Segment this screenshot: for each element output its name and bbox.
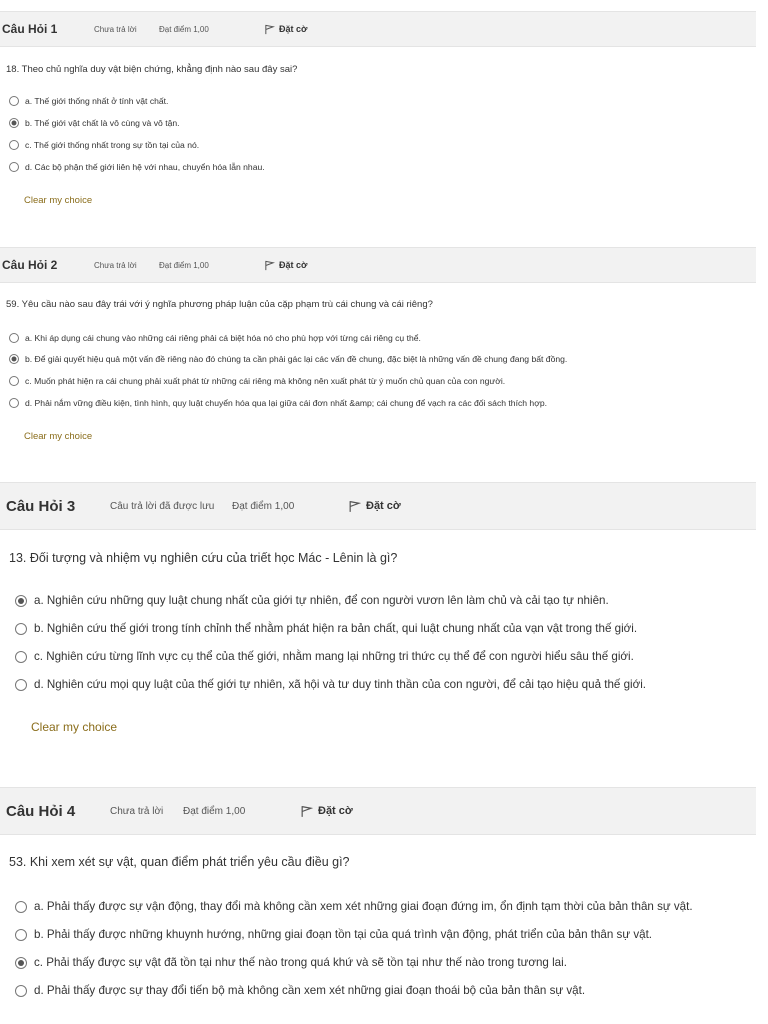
answer-label: b. Phải thấy được những khuynh hướng, nh… xyxy=(34,928,653,941)
radio-button[interactable] xyxy=(9,96,19,106)
answer-option-b[interactable]: b. Phải thấy được những khuynh hướng, nh… xyxy=(15,928,652,941)
question-header: Câu Hỏi 4 Chưa trả lời Đạt điểm 1,00 Đặt… xyxy=(0,787,756,835)
answer-label: d. Phải nắm vững điều kiện, tình hình, q… xyxy=(25,398,548,408)
radio-button-selected[interactable] xyxy=(9,354,19,364)
question-state: Chưa trả lời xyxy=(110,805,164,817)
answer-option-d[interactable]: d. Các bộ phận thế giới liên hệ với nhau… xyxy=(9,162,265,172)
radio-button[interactable] xyxy=(15,650,27,663)
answer-option-b[interactable]: b. Để giải quyết hiệu quả một vấn đề riê… xyxy=(9,354,567,364)
flag-question-button[interactable]: Đặt cờ xyxy=(264,260,307,271)
radio-button[interactable] xyxy=(15,900,27,913)
radio-button-selected[interactable] xyxy=(15,594,27,607)
radio-button[interactable] xyxy=(15,928,27,941)
question-grade: Đạt điểm 1,00 xyxy=(159,24,209,34)
answer-option-c[interactable]: c. Muốn phát hiện ra cái chung phải xuất… xyxy=(9,376,505,386)
clear-choice-link[interactable]: Clear my choice xyxy=(24,431,92,442)
answer-label: d. Phải thấy được sự thay đổi tiến bộ mà… xyxy=(34,984,586,997)
radio-button[interactable] xyxy=(9,376,19,386)
question-grade: Đạt điểm 1,00 xyxy=(183,805,246,817)
question-number: Câu Hỏi 4 xyxy=(6,802,76,820)
question-text: 13. Đối tượng và nhiệm vụ nghiên cứu của… xyxy=(9,551,398,565)
question-grade: Đạt điểm 1,00 xyxy=(159,260,209,270)
answer-label: d. Các bộ phận thế giới liên hệ với nhau… xyxy=(25,162,265,172)
answer-option-d[interactable]: d. Phải nắm vững điều kiện, tình hình, q… xyxy=(9,398,547,408)
answer-label: c. Thế giới thống nhất trong sự tồn tại … xyxy=(25,140,200,150)
answer-label: b. Nghiên cứu thế giới trong tính chỉnh … xyxy=(34,622,638,635)
answer-option-a[interactable]: a. Thế giới thống nhất ở tính vật chất. xyxy=(9,96,168,106)
flag-icon xyxy=(301,805,313,817)
answer-label: c. Nghiên cứu từng lĩnh vực cụ thể của t… xyxy=(34,650,634,663)
flag-label: Đặt cờ xyxy=(318,805,353,817)
answer-option-c[interactable]: c. Nghiên cứu từng lĩnh vực cụ thể của t… xyxy=(15,650,634,663)
radio-button[interactable] xyxy=(15,678,27,691)
answer-label: c. Muốn phát hiện ra cái chung phải xuất… xyxy=(25,376,506,386)
answer-label: a. Nghiên cứu những quy luật chung nhất … xyxy=(34,594,609,607)
answer-option-d[interactable]: d. Phải thấy được sự thay đổi tiến bộ mà… xyxy=(15,984,585,997)
flag-icon xyxy=(265,260,275,270)
question-number: Câu Hỏi 3 xyxy=(6,497,76,515)
question-number: Câu Hỏi 2 xyxy=(2,258,58,272)
clear-choice-link[interactable]: Clear my choice xyxy=(24,195,92,206)
flag-label: Đặt cờ xyxy=(279,260,308,270)
answer-option-b[interactable]: b. Nghiên cứu thế giới trong tính chỉnh … xyxy=(15,622,637,635)
radio-button[interactable] xyxy=(9,398,19,408)
question-grade: Đạt điểm 1,00 xyxy=(232,500,295,512)
question-number: Câu Hỏi 1 xyxy=(2,22,58,36)
radio-button[interactable] xyxy=(9,162,19,172)
answer-option-c[interactable]: c. Phải thấy được sự vật đã tồn tại như … xyxy=(15,956,567,969)
question-header: Câu Hỏi 3 Câu trả lời đã được lưu Đạt đi… xyxy=(0,482,756,530)
answer-option-a[interactable]: a. Nghiên cứu những quy luật chung nhất … xyxy=(15,594,609,607)
answer-option-a[interactable]: a. Khi áp dụng cái chung vào những cái r… xyxy=(9,333,421,343)
question-state: Chưa trả lời xyxy=(94,24,137,34)
answer-option-a[interactable]: a. Phải thấy được sự vận động, thay đổi … xyxy=(15,900,693,913)
question-state: Câu trả lời đã được lưu xyxy=(110,500,215,512)
flag-question-button[interactable]: Đặt cờ xyxy=(348,500,401,513)
radio-button[interactable] xyxy=(9,333,19,343)
question-text: 18. Theo chủ nghĩa duy vật biện chứng, k… xyxy=(6,64,298,75)
question-text: 59. Yêu cầu nào sau đây trái với ý nghĩa… xyxy=(6,299,433,310)
radio-button-selected[interactable] xyxy=(9,118,19,128)
answer-label: a. Phải thấy được sự vận động, thay đổi … xyxy=(34,900,693,913)
clear-choice-link[interactable]: Clear my choice xyxy=(31,720,117,734)
radio-button[interactable] xyxy=(15,622,27,635)
answer-label: a. Khi áp dụng cái chung vào những cái r… xyxy=(25,333,421,343)
answer-label: d. Nghiên cứu mọi quy luật của thế giới … xyxy=(34,678,647,691)
answer-label: b. Để giải quyết hiệu quả một vấn đề riê… xyxy=(25,354,568,364)
radio-button-selected[interactable] xyxy=(15,956,27,969)
question-header: Câu Hỏi 1 Chưa trả lời Đạt điểm 1,00 Đặt… xyxy=(0,11,756,47)
question-header: Câu Hỏi 2 Chưa trả lời Đạt điểm 1,00 Đặt… xyxy=(0,247,756,283)
flag-label: Đặt cờ xyxy=(279,24,308,34)
question-text: 53. Khi xem xét sự vật, quan điểm phát t… xyxy=(9,855,350,869)
radio-button[interactable] xyxy=(15,984,27,997)
question-state: Chưa trả lời xyxy=(94,260,137,270)
answer-option-d[interactable]: d. Nghiên cứu mọi quy luật của thế giới … xyxy=(15,678,646,691)
answer-label: b. Thế giới vật chất là vô cùng và vô tậ… xyxy=(25,118,180,128)
flag-question-button[interactable]: Đặt cờ xyxy=(264,24,307,35)
flag-label: Đặt cờ xyxy=(366,500,401,512)
flag-icon xyxy=(349,500,361,512)
radio-button[interactable] xyxy=(9,140,19,150)
answer-label: c. Phải thấy được sự vật đã tồn tại như … xyxy=(34,956,567,969)
flag-question-button[interactable]: Đặt cờ xyxy=(300,805,353,818)
answer-label: a. Thế giới thống nhất ở tính vật chất. xyxy=(25,96,169,106)
flag-icon xyxy=(265,24,275,34)
answer-option-c[interactable]: c. Thế giới thống nhất trong sự tồn tại … xyxy=(9,140,199,150)
answer-option-b[interactable]: b. Thế giới vật chất là vô cùng và vô tậ… xyxy=(9,118,180,128)
